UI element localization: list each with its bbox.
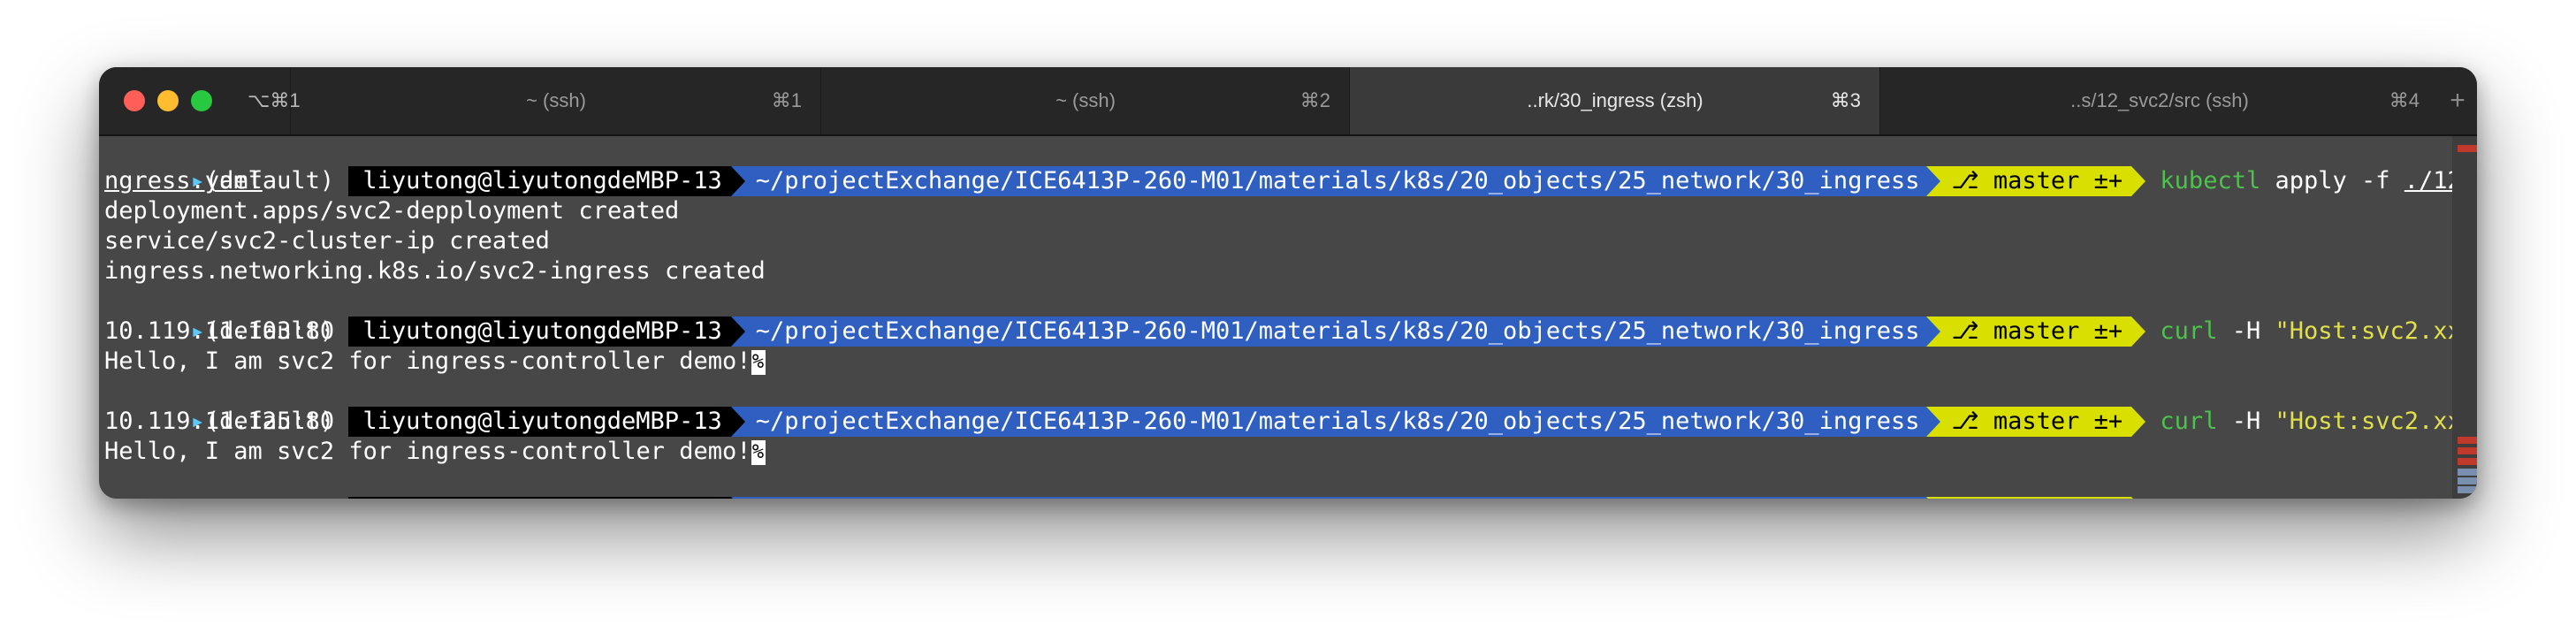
prompt-user-host: liyutong@liyutongdeMBP-13 bbox=[348, 407, 731, 437]
new-tab-button[interactable]: + bbox=[2438, 67, 2477, 134]
tab-shortcut: ⌘4 bbox=[2389, 89, 2420, 111]
prompt-line: ▸(default) liyutong@liyutongdeMBP-13 ~/pr… bbox=[104, 467, 2168, 499]
command-args: -H bbox=[2217, 408, 2275, 435]
prompt-line: ▸(default) liyutong@liyutongdeMBP-13~/pr… bbox=[104, 377, 2477, 437]
prompt-path: ~/projectExchange/ICE6413P-260-M01/mater… bbox=[744, 166, 1927, 196]
output-line: Hello, I am svc2 for ingress-controller … bbox=[104, 437, 766, 467]
prompt-line: ▸(default) liyutong@liyutongdeMBP-13~/pr… bbox=[104, 136, 2477, 196]
scrollbar[interactable] bbox=[2452, 136, 2477, 499]
command-name: kubectl bbox=[2160, 167, 2261, 194]
output-text: Hello, I am svc2 for ingress-controller … bbox=[104, 438, 751, 465]
scroll-mark bbox=[2458, 477, 2477, 484]
tab-title: ..s/12_svc2/src (ssh) bbox=[2070, 89, 2249, 111]
close-button[interactable] bbox=[124, 90, 145, 111]
output-line: 10.119.11.125:80 bbox=[104, 408, 335, 435]
segment-arrow-icon bbox=[1926, 497, 1941, 499]
segment-arrow-icon bbox=[730, 407, 745, 437]
command-args: apply -f bbox=[2260, 167, 2405, 194]
prompt-git: ⎇ master ±+ bbox=[1940, 316, 2132, 347]
prompt-user-host: liyutong@liyutongdeMBP-13 bbox=[348, 497, 731, 499]
tab-shortcut: ⌘2 bbox=[1299, 89, 1330, 111]
tab-title: ~ (ssh) bbox=[1056, 89, 1116, 111]
branch-icon: ⎇ bbox=[1951, 408, 1993, 435]
tab-3[interactable]: ..rk/30_ingress (zsh) ⌘3 bbox=[1349, 67, 1880, 134]
prompt-branch: master ±+ bbox=[1993, 167, 2123, 194]
no-newline-mark: % bbox=[751, 349, 766, 375]
output-line: Hello, I am svc2 for ingress-controller … bbox=[104, 347, 766, 377]
prompt-git: ⎇ master ±+ bbox=[1940, 166, 2132, 196]
terminal-content[interactable]: ▸(default) liyutong@liyutongdeMBP-13 ~/pr… bbox=[99, 136, 2477, 499]
output-line: ingress.networking.k8s.io/svc2-ingress c… bbox=[104, 257, 766, 285]
prompt-branch: master ±+ bbox=[1993, 408, 2123, 435]
command-string: "Host:svc2.xxx.com" bbox=[2275, 317, 2477, 345]
scroll-mark bbox=[2458, 437, 2477, 444]
scroll-mark bbox=[2458, 447, 2477, 454]
output-text: Hello, I am svc2 for ingress-controller … bbox=[104, 347, 751, 375]
command-name: curl bbox=[2160, 317, 2218, 345]
segment-arrow-icon bbox=[2131, 497, 2146, 499]
prompt-git: ⎇ master ±+ bbox=[1940, 497, 2132, 499]
command-string: "Host:svc2.xxx.com" bbox=[2275, 408, 2477, 435]
prompt-line: ▸(default) liyutong@liyutongdeMBP-13~/pr… bbox=[104, 286, 2477, 347]
terminal-window: ⌥⌘1 ~ (ssh) ⌘1 ~ (ssh) ⌘2 ..rk/30_ingres… bbox=[99, 67, 2477, 499]
prompt-path: ~/projectExchange/ICE6413P-260-M01/mater… bbox=[744, 316, 1927, 347]
scroll-mark bbox=[2458, 486, 2477, 493]
prompt-path: ~/projectExchange/ICE6413P-260-M01/mater… bbox=[744, 407, 1927, 437]
segment-arrow-icon bbox=[2131, 316, 2146, 347]
tab-4[interactable]: ..s/12_svc2/src (ssh) ⌘4 bbox=[1879, 67, 2439, 134]
command-args: -H bbox=[2217, 317, 2275, 345]
prompt-path: ~/projectExchange/ICE6413P-260-M01/mater… bbox=[744, 497, 1927, 499]
branch-icon: ⎇ bbox=[1951, 498, 1993, 499]
branch-icon: ⎇ bbox=[1951, 317, 1993, 345]
prompt-user-host: liyutong@liyutongdeMBP-13 bbox=[348, 316, 731, 347]
command-name: curl bbox=[2160, 408, 2218, 435]
tab-title: ..rk/30_ingress (zsh) bbox=[1527, 89, 1703, 111]
scroll-mark bbox=[2458, 145, 2477, 152]
segment-arrow-icon bbox=[1926, 407, 1941, 437]
segment-arrow-icon bbox=[1926, 316, 1941, 347]
tab-1[interactable]: ~ (ssh) ⌘1 bbox=[290, 67, 821, 134]
segment-arrow-icon bbox=[2131, 166, 2146, 196]
output-line: service/svc2-cluster-ip created bbox=[104, 227, 550, 255]
segment-arrow-icon bbox=[730, 166, 745, 196]
minimize-button[interactable] bbox=[157, 90, 179, 111]
command-file-wrap: ngress.yaml bbox=[104, 167, 263, 194]
prompt-venv: (default) bbox=[205, 497, 334, 499]
tab-title: ~ (ssh) bbox=[526, 89, 586, 111]
prompt-caret-icon: ▸ bbox=[191, 497, 205, 499]
segment-arrow-icon bbox=[2131, 407, 2146, 437]
branch-icon: ⎇ bbox=[1951, 167, 1993, 194]
scroll-mark bbox=[2458, 469, 2477, 476]
tab-shortcut: ⌘3 bbox=[1830, 89, 1861, 111]
segment-arrow-icon bbox=[730, 316, 745, 347]
tab-shortcut: ⌘1 bbox=[771, 89, 802, 111]
tab-2[interactable]: ~ (ssh) ⌘2 bbox=[820, 67, 1350, 134]
prompt-user-host: liyutong@liyutongdeMBP-13 bbox=[348, 166, 731, 196]
prompt-branch: master ±+ bbox=[1993, 498, 2123, 499]
segment-arrow-icon bbox=[1926, 166, 1941, 196]
output-line: 10.119.11.103:80 bbox=[104, 317, 335, 345]
output-line: deployment.apps/svc2-depployment created bbox=[104, 197, 680, 225]
segment-arrow-icon bbox=[730, 497, 745, 499]
title-bar: ⌥⌘1 ~ (ssh) ⌘1 ~ (ssh) ⌘2 ..rk/30_ingres… bbox=[99, 67, 2477, 136]
prompt-branch: master ±+ bbox=[1993, 317, 2123, 345]
no-newline-mark: % bbox=[751, 439, 766, 465]
scroll-mark bbox=[2458, 458, 2477, 465]
zoom-button[interactable] bbox=[191, 90, 212, 111]
prompt-git: ⎇ master ±+ bbox=[1940, 407, 2132, 437]
